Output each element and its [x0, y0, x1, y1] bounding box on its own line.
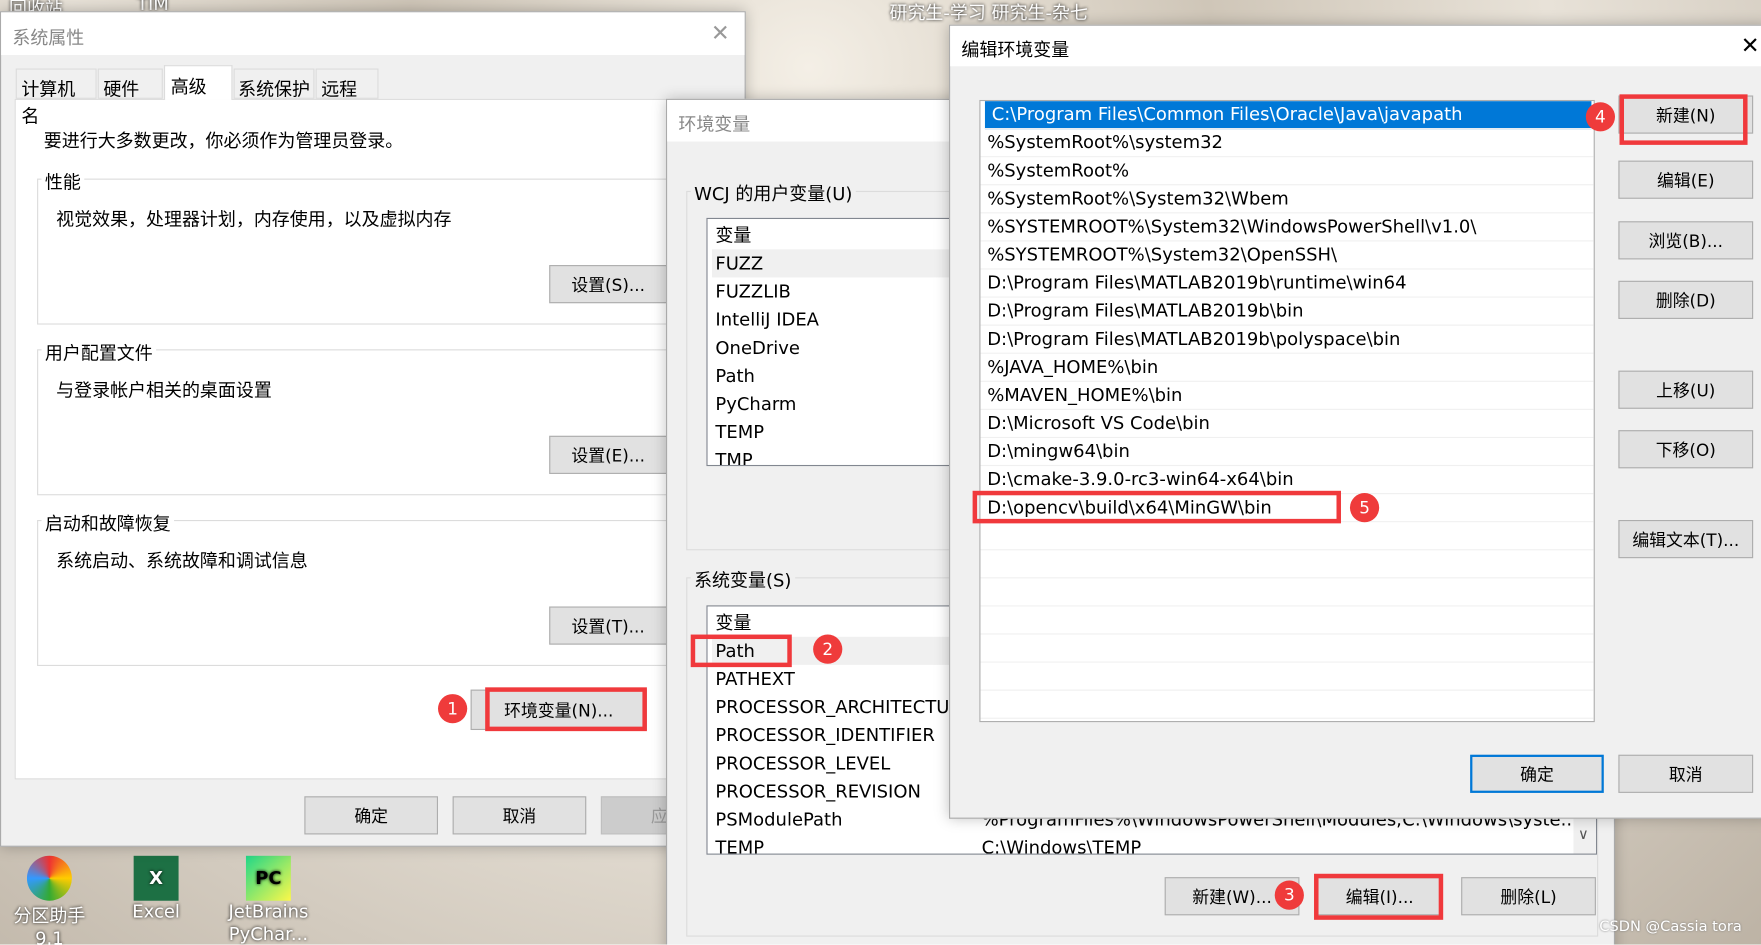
group-label: 用户配置文件 — [41, 338, 157, 366]
window-title: 编辑环境变量 — [961, 39, 1070, 61]
tab-hardware[interactable]: 硬件 — [97, 68, 163, 100]
list-item[interactable] — [980, 691, 1594, 719]
highlight-new-entry — [972, 490, 1341, 524]
list-item[interactable]: D:\Microsoft VS Code\bin — [980, 410, 1594, 439]
icon-label: 分区助手 9.1 — [13, 905, 86, 945]
step-badge: 3 — [1274, 880, 1304, 910]
performance-settings-button[interactable]: 设置(S)... — [549, 265, 668, 304]
edit-button[interactable]: 编辑(E) — [1618, 160, 1754, 199]
variable-value: C:\Windows\TEMP — [981, 836, 1142, 855]
list-item[interactable]: D:\mingw64\bin — [980, 438, 1594, 467]
user-profiles-settings-button[interactable]: 设置(E)... — [549, 435, 668, 474]
tab-remote[interactable]: 远程 — [315, 68, 379, 100]
list-item[interactable]: %SYSTEMROOT%\System32\OpenSSH\ — [980, 241, 1594, 270]
group-description: 与登录帐户相关的桌面设置 — [56, 379, 272, 401]
title-bar: 编辑环境变量 ✕ — [950, 25, 1761, 67]
move-up-button[interactable]: 上移(U) — [1618, 370, 1754, 409]
partition-icon — [26, 855, 72, 901]
list-item[interactable]: D:\Program Files\MATLAB2019b\runtime\win… — [980, 270, 1594, 298]
chevron-down-icon[interactable]: ∨ — [1578, 827, 1589, 844]
step-badge: 2 — [813, 634, 843, 664]
cancel-button[interactable]: 取消 — [1618, 754, 1754, 793]
list-item[interactable]: %SystemRoot% — [980, 157, 1594, 186]
admin-note: 要进行大多数更改，你必须作为管理员登录。 — [43, 130, 404, 152]
delete-button[interactable]: 删除(D) — [1618, 280, 1754, 319]
path-entries-list[interactable]: C:\Program Files\Common Files\Oracle\Jav… — [979, 99, 1595, 723]
list-item[interactable] — [980, 606, 1594, 635]
delete-system-var-button[interactable]: 删除(L) — [1461, 877, 1596, 916]
ok-button[interactable]: 确定 — [304, 796, 439, 835]
icon-label: JetBrains PyChar... — [228, 900, 309, 945]
desktop: 回收站 TIM 研究生-学习 研究生-杂七 分区助手 9.1 X Excel P… — [0, 0, 1761, 945]
desktop-label[interactable]: 研究生-学习 研究生-杂七 — [889, 0, 1087, 25]
watermark: CSDN @Cassia tora — [1599, 918, 1742, 936]
list-item[interactable]: %MAVEN_HOME%\bin — [980, 382, 1594, 410]
list-item[interactable] — [980, 663, 1594, 691]
list-item[interactable]: %SystemRoot%\system32 — [980, 129, 1594, 158]
title-bar: 系统属性 ✕ — [1, 12, 745, 56]
startup-settings-button[interactable]: 设置(T)... — [549, 606, 668, 645]
ok-button[interactable]: 确定 — [1470, 754, 1604, 793]
close-icon[interactable]: ✕ — [711, 19, 730, 46]
group-description: 系统启动、系统故障和调试信息 — [56, 550, 308, 572]
group-label: 启动和故障恢复 — [41, 508, 175, 536]
window-title: 系统属性 — [12, 26, 85, 49]
tab-computer-name[interactable]: 计算机名 — [15, 68, 97, 127]
group-label: WCJ 的用户变量(U) — [690, 178, 856, 206]
variable-name: PATHEXT — [715, 668, 795, 690]
step-badge: 5 — [1349, 493, 1380, 523]
tab-system-protection[interactable]: 系统保护 — [233, 68, 315, 100]
list-item[interactable] — [980, 635, 1594, 663]
list-item[interactable]: D:\Program Files\MATLAB2019b\polyspace\b… — [980, 326, 1594, 354]
list-item[interactable] — [980, 550, 1594, 579]
highlight-edit-button — [1314, 873, 1444, 920]
variable-name: PROCESSOR_REVISION — [715, 780, 921, 802]
variable-name: PROCESSOR_IDENTIFIER — [715, 724, 935, 746]
list-item[interactable]: %SystemRoot%\System32\Wbem — [980, 185, 1594, 214]
variable-name: PSModulePath — [715, 808, 843, 830]
table-row[interactable]: TEMP C:\Windows\TEMP — [712, 833, 1573, 854]
edit-text-button[interactable]: 编辑文本(T)... — [1618, 519, 1754, 559]
group-label: 系统变量(S) — [690, 564, 795, 592]
move-down-button[interactable]: 下移(O) — [1618, 430, 1754, 469]
variable-name: TEMP — [715, 836, 765, 855]
highlight-env-button — [485, 687, 647, 732]
variable-name: PROCESSOR_LEVEL — [715, 752, 891, 774]
highlight-new-button — [1619, 94, 1748, 145]
highlight-path-var — [690, 634, 792, 668]
desktop-icon-partition[interactable]: 分区助手 9.1 — [0, 855, 99, 945]
group-label: 性能 — [41, 167, 85, 195]
browse-button[interactable]: 浏览(B)... — [1618, 221, 1754, 260]
desktop-icon-excel[interactable]: X Excel — [126, 855, 187, 923]
icon-label: Excel — [132, 900, 180, 923]
list-item[interactable] — [980, 578, 1594, 607]
list-item[interactable]: D:\Program Files\MATLAB2019b\bin — [980, 298, 1594, 326]
desktop-icon-pycharm[interactable]: PC JetBrains PyChar... — [220, 855, 317, 945]
excel-icon: X — [133, 855, 179, 901]
window-title: 环境变量 — [678, 113, 751, 135]
list-item[interactable]: C:\Program Files\Common Files\Oracle\Jav… — [984, 101, 1592, 130]
tab-advanced[interactable]: 高级 — [163, 65, 233, 100]
list-item[interactable]: %JAVA_HOME%\bin — [980, 354, 1594, 382]
list-item[interactable]: %SYSTEMROOT%\System32\WindowsPowerShell\… — [980, 213, 1594, 242]
close-icon[interactable]: ✕ — [1741, 31, 1760, 58]
list-item[interactable] — [980, 522, 1594, 551]
variable-name: PROCESSOR_ARCHITECTURE — [715, 696, 974, 718]
group-description: 视觉效果，处理器计划，内存使用，以及虚拟内存 — [56, 208, 452, 231]
step-badge: 1 — [438, 694, 468, 724]
pycharm-icon: PC — [245, 855, 291, 901]
step-badge: 4 — [1585, 102, 1616, 132]
cancel-button[interactable]: 取消 — [452, 796, 587, 835]
